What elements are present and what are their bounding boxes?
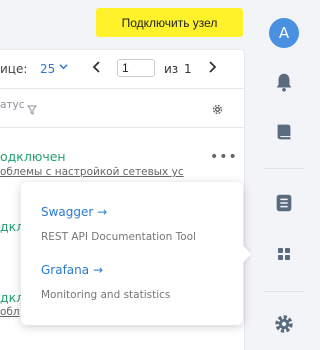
- swagger-description: REST API Documentation Tool: [41, 231, 196, 243]
- node-description[interactable]: обл: [0, 306, 20, 318]
- grafana-link[interactable]: Grafana →: [41, 263, 103, 277]
- filter-icon[interactable]: [27, 100, 37, 119]
- list-icon[interactable]: [273, 192, 297, 216]
- node-description[interactable]: облемы с настройкой сетевых ус: [0, 166, 187, 178]
- sidebar: [251, 0, 315, 344]
- node-status: одключен: [0, 149, 66, 164]
- bell-icon[interactable]: [273, 71, 297, 95]
- of-label: из: [164, 62, 179, 76]
- apps-grid-icon[interactable]: [275, 245, 299, 269]
- divider: [264, 291, 304, 292]
- total-pages: 1: [184, 62, 192, 76]
- chevron-down-icon[interactable]: [59, 62, 68, 74]
- gear-icon[interactable]: [273, 313, 297, 337]
- divider: [0, 127, 244, 128]
- divider: [0, 88, 244, 89]
- grafana-description: Monitoring and statistics: [41, 289, 171, 301]
- connect-node-button[interactable]: Подключить узел: [96, 8, 243, 37]
- page-number-input[interactable]: [117, 59, 155, 77]
- swagger-link[interactable]: Swagger →: [41, 205, 107, 219]
- more-actions-icon[interactable]: •••: [210, 149, 238, 165]
- next-page-button[interactable]: [207, 59, 217, 78]
- per-page-select[interactable]: 25: [40, 62, 55, 76]
- status-column-header[interactable]: атус: [0, 99, 25, 111]
- book-icon[interactable]: [273, 121, 297, 145]
- pagination-bar: ице: 25 из 1: [0, 50, 244, 88]
- table-settings-icon[interactable]: [212, 100, 223, 119]
- prev-page-button[interactable]: [92, 59, 102, 78]
- tools-popup: Swagger → REST API Documentation Tool Gr…: [21, 182, 243, 325]
- per-page-label: ице:: [0, 62, 28, 76]
- divider: [264, 168, 304, 169]
- avatar[interactable]: A: [269, 18, 299, 48]
